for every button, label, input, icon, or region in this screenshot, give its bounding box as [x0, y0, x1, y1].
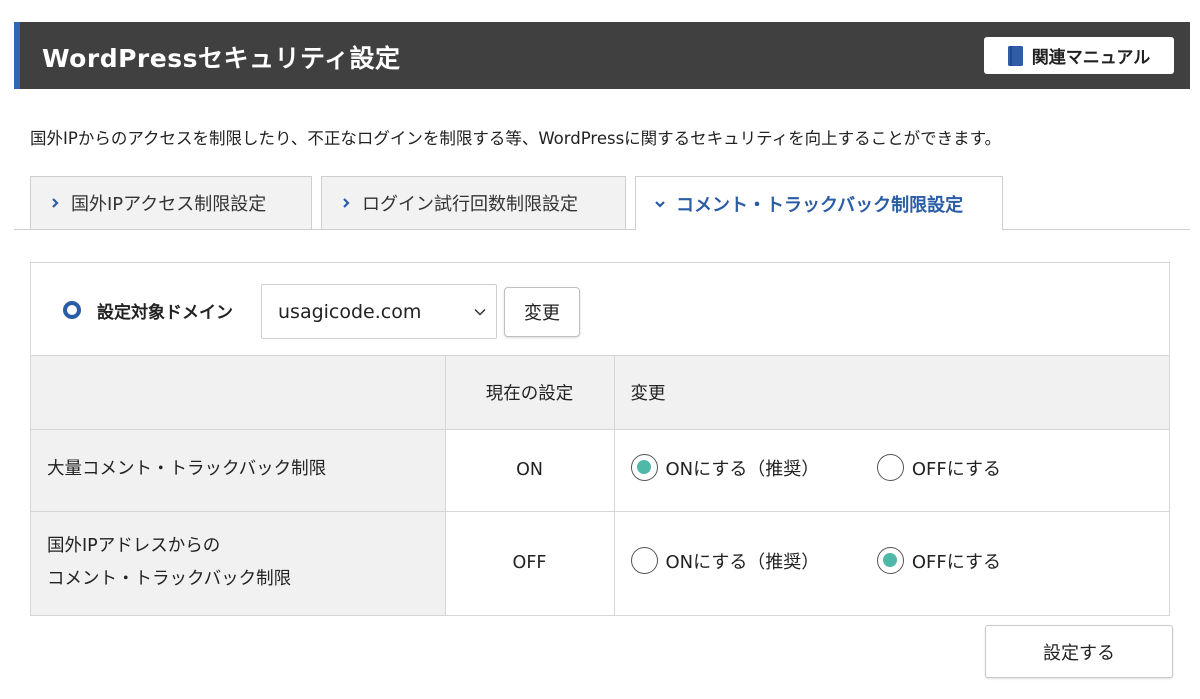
setting-options: ONにする（推奨） OFFにする: [613, 428, 1169, 512]
settings-table: 現在の設定 変更 大量コメント・トラックバック制限 ON ONにする（推奨） O…: [31, 356, 1169, 615]
tab-label: コメント・トラックバック制限設定: [676, 194, 964, 216]
current-setting-value: OFF: [444, 510, 615, 615]
table-header-current: 現在の設定: [444, 356, 615, 430]
domain-select-value: usagicode.com: [278, 300, 422, 323]
chevron-right-icon: [343, 198, 350, 208]
tab-login-attempt-limit[interactable]: ログイン試行回数制限設定: [321, 176, 626, 230]
setting-name: 大量コメント・トラックバック制限: [31, 428, 446, 512]
setting-options: ONにする（推奨） OFFにする: [613, 510, 1169, 615]
option-label: OFFにする: [911, 458, 1001, 480]
table-header-cell: [31, 356, 446, 430]
radio-unchecked[interactable]: [876, 454, 904, 481]
chevron-right-icon: [52, 198, 59, 208]
related-manual-label: 関連マニュアル: [1031, 48, 1151, 68]
ring-bullet-icon: [63, 301, 81, 319]
setting-name-line: 大量コメント・トラックバック制限: [47, 459, 327, 480]
tab-comment-trackback-limit[interactable]: コメント・トラックバック制限設定: [635, 176, 1003, 231]
option-label: ONにする（推奨）: [665, 551, 820, 573]
domain-select[interactable]: usagicode.com: [261, 284, 497, 339]
table-row: 大量コメント・トラックバック制限 ON ONにする（推奨） OFFにする: [31, 428, 1169, 512]
settings-panel: 設定対象ドメイン usagicode.com 変更 現在の設定 変更 大量コメン…: [30, 262, 1170, 616]
page-header: WordPressセキュリティ設定 関連マニュアル: [14, 22, 1190, 89]
radio-unchecked[interactable]: [630, 547, 658, 575]
table-row: 国外IPアドレスからの コメント・トラックバック制限 OFF ONにする（推奨）…: [31, 510, 1169, 615]
chevron-down-icon: [655, 200, 665, 208]
setting-name-line: コメント・トラックバック制限: [47, 569, 292, 590]
option-on-recommended[interactable]: ONにする（推奨）: [630, 547, 820, 575]
option-label: OFFにする: [911, 551, 1001, 573]
submit-settings-label: 設定する: [1043, 642, 1115, 664]
page-title: WordPressセキュリティ設定: [42, 44, 401, 73]
page-description: 国外IPからのアクセスを制限したり、不正なログインを制限する等、WordPres…: [30, 129, 1002, 148]
domain-change-button[interactable]: 変更: [504, 287, 580, 337]
tab-label: 国外IPアクセス制限設定: [71, 194, 267, 215]
domain-row: 設定対象ドメイン usagicode.com 変更: [31, 263, 1169, 356]
radio-checked[interactable]: [630, 454, 658, 481]
setting-name-line: 国外IPアドレスからの: [47, 536, 221, 556]
book-icon: [1007, 45, 1023, 66]
domain-label: 設定対象ドメイン: [97, 303, 233, 323]
tab-foreign-ip-access[interactable]: 国外IPアクセス制限設定: [30, 176, 312, 230]
domain-change-label: 変更: [524, 303, 560, 324]
tab-label: ログイン試行回数制限設定: [362, 194, 578, 215]
radio-checked[interactable]: [876, 547, 904, 575]
option-off[interactable]: OFFにする: [876, 547, 1001, 575]
submit-settings-button[interactable]: 設定する: [985, 625, 1173, 678]
chevron-down-icon: [474, 308, 486, 316]
current-setting-value: ON: [444, 428, 615, 512]
table-header-change: 変更: [613, 356, 1169, 430]
option-on-recommended[interactable]: ONにする（推奨）: [630, 454, 820, 481]
setting-name: 国外IPアドレスからの コメント・トラックバック制限: [31, 510, 446, 615]
table-header-row: 現在の設定 変更: [31, 356, 1169, 430]
option-off[interactable]: OFFにする: [876, 454, 1001, 481]
option-label: ONにする（推奨）: [665, 458, 820, 480]
related-manual-button[interactable]: 関連マニュアル: [984, 37, 1174, 74]
